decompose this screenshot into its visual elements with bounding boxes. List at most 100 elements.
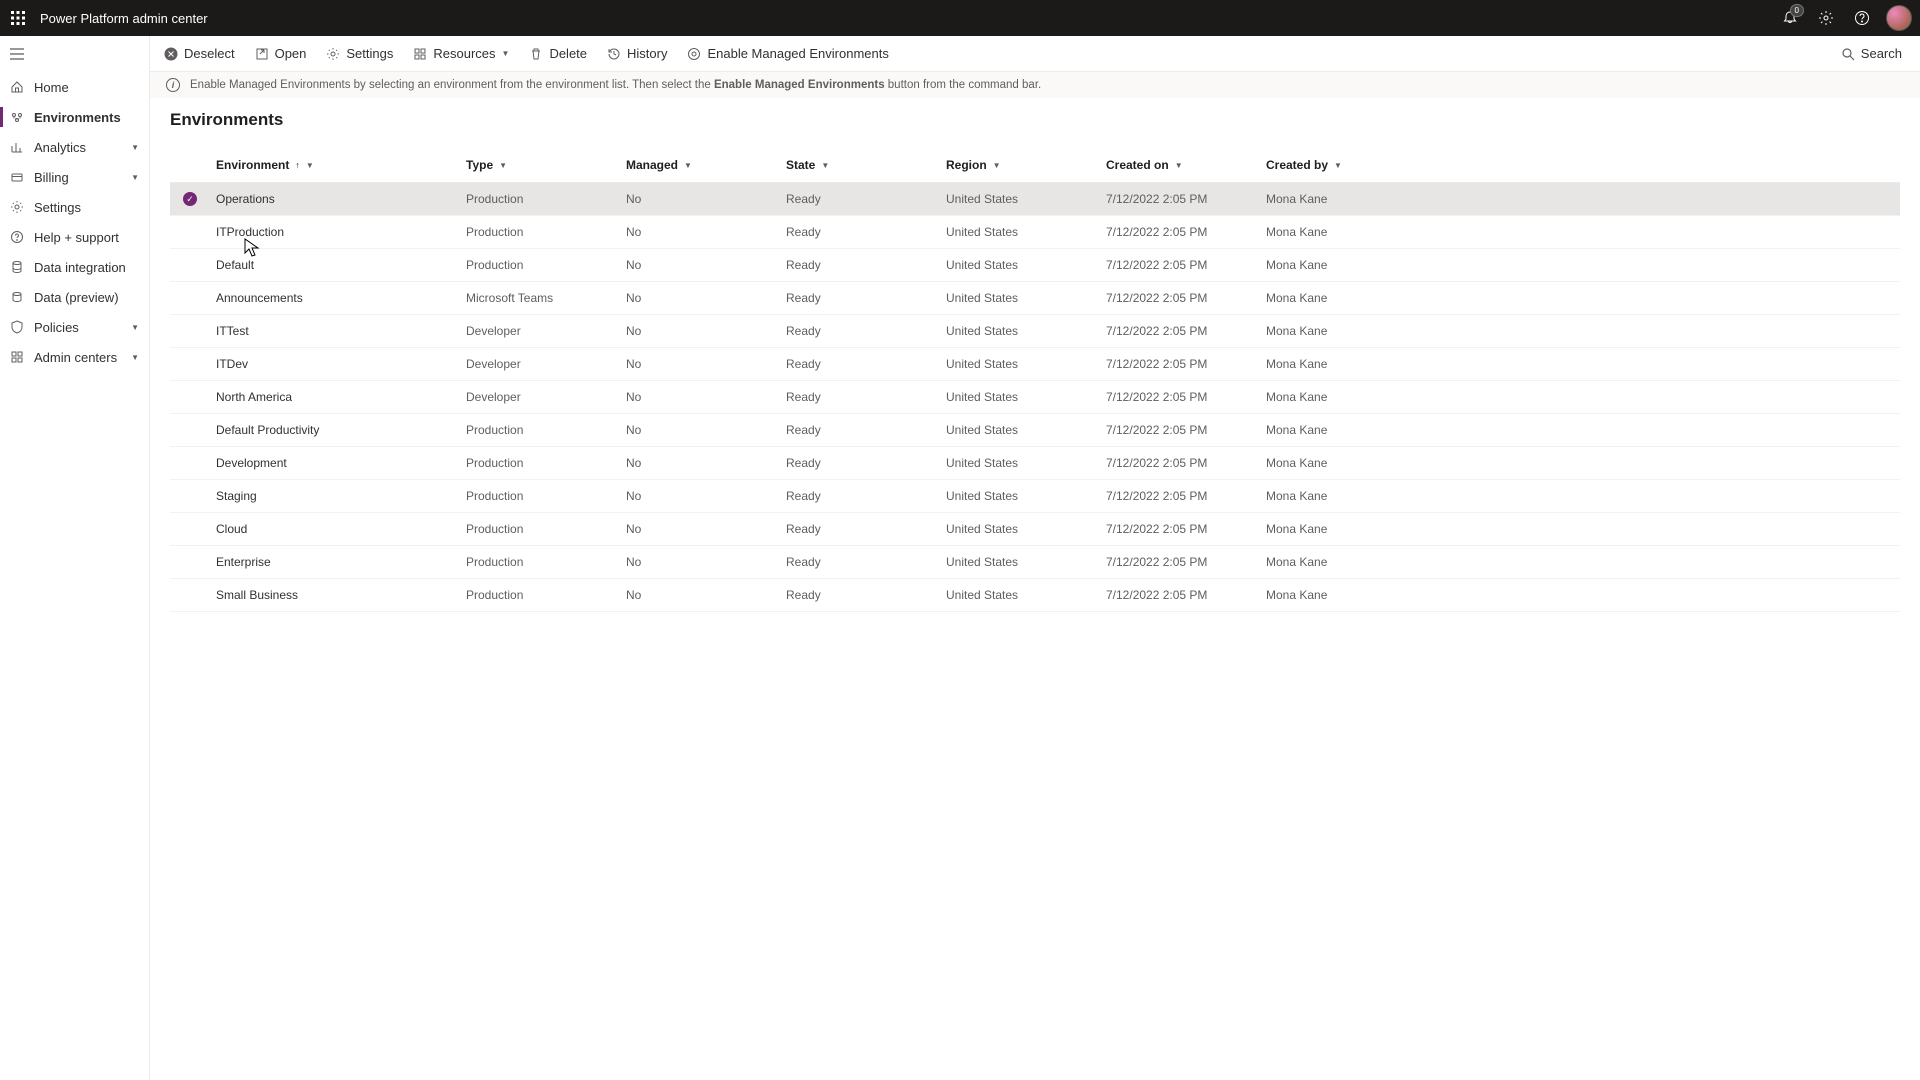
history-button[interactable]: History	[597, 36, 677, 71]
row-select[interactable]	[183, 489, 197, 503]
table-row[interactable]: StagingProductionNoReadyUnited States7/1…	[170, 480, 1900, 513]
cell-created-on: 7/12/2022 2:05 PM	[1100, 249, 1260, 282]
table-row[interactable]: ITDevDeveloperNoReadyUnited States7/12/2…	[170, 348, 1900, 381]
cell-created-on: 7/12/2022 2:05 PM	[1100, 546, 1260, 579]
table-row[interactable]: ITProductionProductionNoReadyUnited Stat…	[170, 216, 1900, 249]
table-row[interactable]: DefaultProductionNoReadyUnited States7/1…	[170, 249, 1900, 282]
cell-managed: No	[620, 348, 780, 381]
col-state[interactable]: State▼	[786, 158, 829, 172]
row-select[interactable]	[183, 225, 197, 239]
home-icon	[10, 80, 24, 94]
header-help-button[interactable]	[1844, 0, 1880, 36]
search-label: Search	[1861, 46, 1902, 61]
cell-region: United States	[940, 513, 1100, 546]
table-row[interactable]: Small BusinessProductionNoReadyUnited St…	[170, 579, 1900, 612]
sidebar-item-label: Home	[34, 80, 69, 95]
row-select[interactable]	[183, 357, 197, 371]
cell-state: Ready	[780, 249, 940, 282]
cell-created-by: Mona Kane	[1260, 282, 1900, 315]
cell-managed: No	[620, 447, 780, 480]
table-row[interactable]: DevelopmentProductionNoReadyUnited State…	[170, 447, 1900, 480]
cell-created-on: 7/12/2022 2:05 PM	[1100, 579, 1260, 612]
table-row[interactable]: OperationsProductionNoReadyUnited States…	[170, 183, 1900, 216]
cell-environment: Announcements	[210, 282, 460, 315]
row-select[interactable]	[183, 555, 197, 569]
col-managed[interactable]: Managed▼	[626, 158, 692, 172]
row-select[interactable]	[183, 588, 197, 602]
row-select[interactable]	[183, 291, 197, 305]
open-button[interactable]: Open	[245, 36, 317, 71]
cell-created-on: 7/12/2022 2:05 PM	[1100, 447, 1260, 480]
settings-label: Settings	[346, 46, 393, 61]
sidebar-item-help-support[interactable]: Help + support	[0, 222, 149, 252]
col-region[interactable]: Region▼	[946, 158, 1001, 172]
settings-button[interactable]: Settings	[316, 36, 403, 71]
sidebar-toggle[interactable]	[0, 36, 149, 72]
cell-environment: ITTest	[210, 315, 460, 348]
row-select[interactable]	[183, 324, 197, 338]
cell-state: Ready	[780, 579, 940, 612]
sidebar-item-environments[interactable]: Environments	[0, 102, 149, 132]
table-row[interactable]: North AmericaDeveloperNoReadyUnited Stat…	[170, 381, 1900, 414]
table-row[interactable]: ITTestDeveloperNoReadyUnited States7/12/…	[170, 315, 1900, 348]
cell-region: United States	[940, 414, 1100, 447]
chevron-down-icon: ▼	[1334, 161, 1342, 170]
user-avatar[interactable]	[1886, 5, 1912, 31]
waffle-button[interactable]	[8, 8, 28, 28]
col-type[interactable]: Type▼	[466, 158, 507, 172]
notifications-button[interactable]: 0	[1772, 0, 1808, 36]
table-row[interactable]: Default ProductivityProductionNoReadyUni…	[170, 414, 1900, 447]
deselect-button[interactable]: Deselect	[154, 36, 245, 71]
row-select[interactable]	[183, 258, 197, 272]
delete-button[interactable]: Delete	[519, 36, 597, 71]
cell-state: Ready	[780, 315, 940, 348]
settings-icon	[10, 200, 24, 214]
cell-created-on: 7/12/2022 2:05 PM	[1100, 381, 1260, 414]
analytics-icon	[10, 140, 24, 154]
sidebar-item-billing[interactable]: Billing▼	[0, 162, 149, 192]
chevron-down-icon: ▼	[131, 323, 139, 332]
sort-asc-icon: ↑	[295, 160, 300, 170]
cell-created-by: Mona Kane	[1260, 447, 1900, 480]
environments-icon	[10, 110, 24, 124]
row-select[interactable]	[183, 423, 197, 437]
cell-environment: Cloud	[210, 513, 460, 546]
sidebar-item-admin-centers[interactable]: Admin centers▼	[0, 342, 149, 372]
search-button[interactable]: Search	[1827, 46, 1916, 61]
sidebar-item-data-preview-[interactable]: Data (preview)	[0, 282, 149, 312]
enable-managed-button[interactable]: Enable Managed Environments	[677, 36, 898, 71]
chevron-down-icon: ▼	[131, 173, 139, 182]
row-select[interactable]	[183, 456, 197, 470]
chevron-down-icon: ▼	[131, 353, 139, 362]
cell-created-by: Mona Kane	[1260, 381, 1900, 414]
col-created-on[interactable]: Created on▼	[1106, 158, 1183, 172]
col-created-by[interactable]: Created by▼	[1266, 158, 1342, 172]
sidebar-item-label: Data integration	[34, 260, 126, 275]
data-preview-icon	[10, 290, 24, 304]
sidebar-item-data-integration[interactable]: Data integration	[0, 252, 149, 282]
sidebar-item-home[interactable]: Home	[0, 72, 149, 102]
cell-state: Ready	[780, 447, 940, 480]
table-row[interactable]: EnterpriseProductionNoReadyUnited States…	[170, 546, 1900, 579]
row-select[interactable]	[183, 192, 197, 206]
sidebar-item-settings[interactable]: Settings	[0, 192, 149, 222]
sidebar-item-analytics[interactable]: Analytics▼	[0, 132, 149, 162]
resources-label: Resources	[433, 46, 495, 61]
table-row[interactable]: AnnouncementsMicrosoft TeamsNoReadyUnite…	[170, 282, 1900, 315]
row-select[interactable]	[183, 390, 197, 404]
admin-centers-icon	[10, 350, 24, 364]
cell-managed: No	[620, 579, 780, 612]
environments-table: Environment↑▼ Type▼ Managed▼ State▼ Regi…	[170, 148, 1900, 612]
data-integration-icon	[10, 260, 24, 274]
row-select[interactable]	[183, 522, 197, 536]
cell-type: Production	[460, 513, 620, 546]
col-environment[interactable]: Environment↑▼	[216, 158, 314, 172]
cell-created-on: 7/12/2022 2:05 PM	[1100, 282, 1260, 315]
resources-button[interactable]: Resources ▼	[403, 36, 519, 71]
sidebar-item-policies[interactable]: Policies▼	[0, 312, 149, 342]
cell-type: Microsoft Teams	[460, 282, 620, 315]
header-settings-button[interactable]	[1808, 0, 1844, 36]
cell-type: Production	[460, 546, 620, 579]
policies-icon	[10, 320, 24, 334]
table-row[interactable]: CloudProductionNoReadyUnited States7/12/…	[170, 513, 1900, 546]
